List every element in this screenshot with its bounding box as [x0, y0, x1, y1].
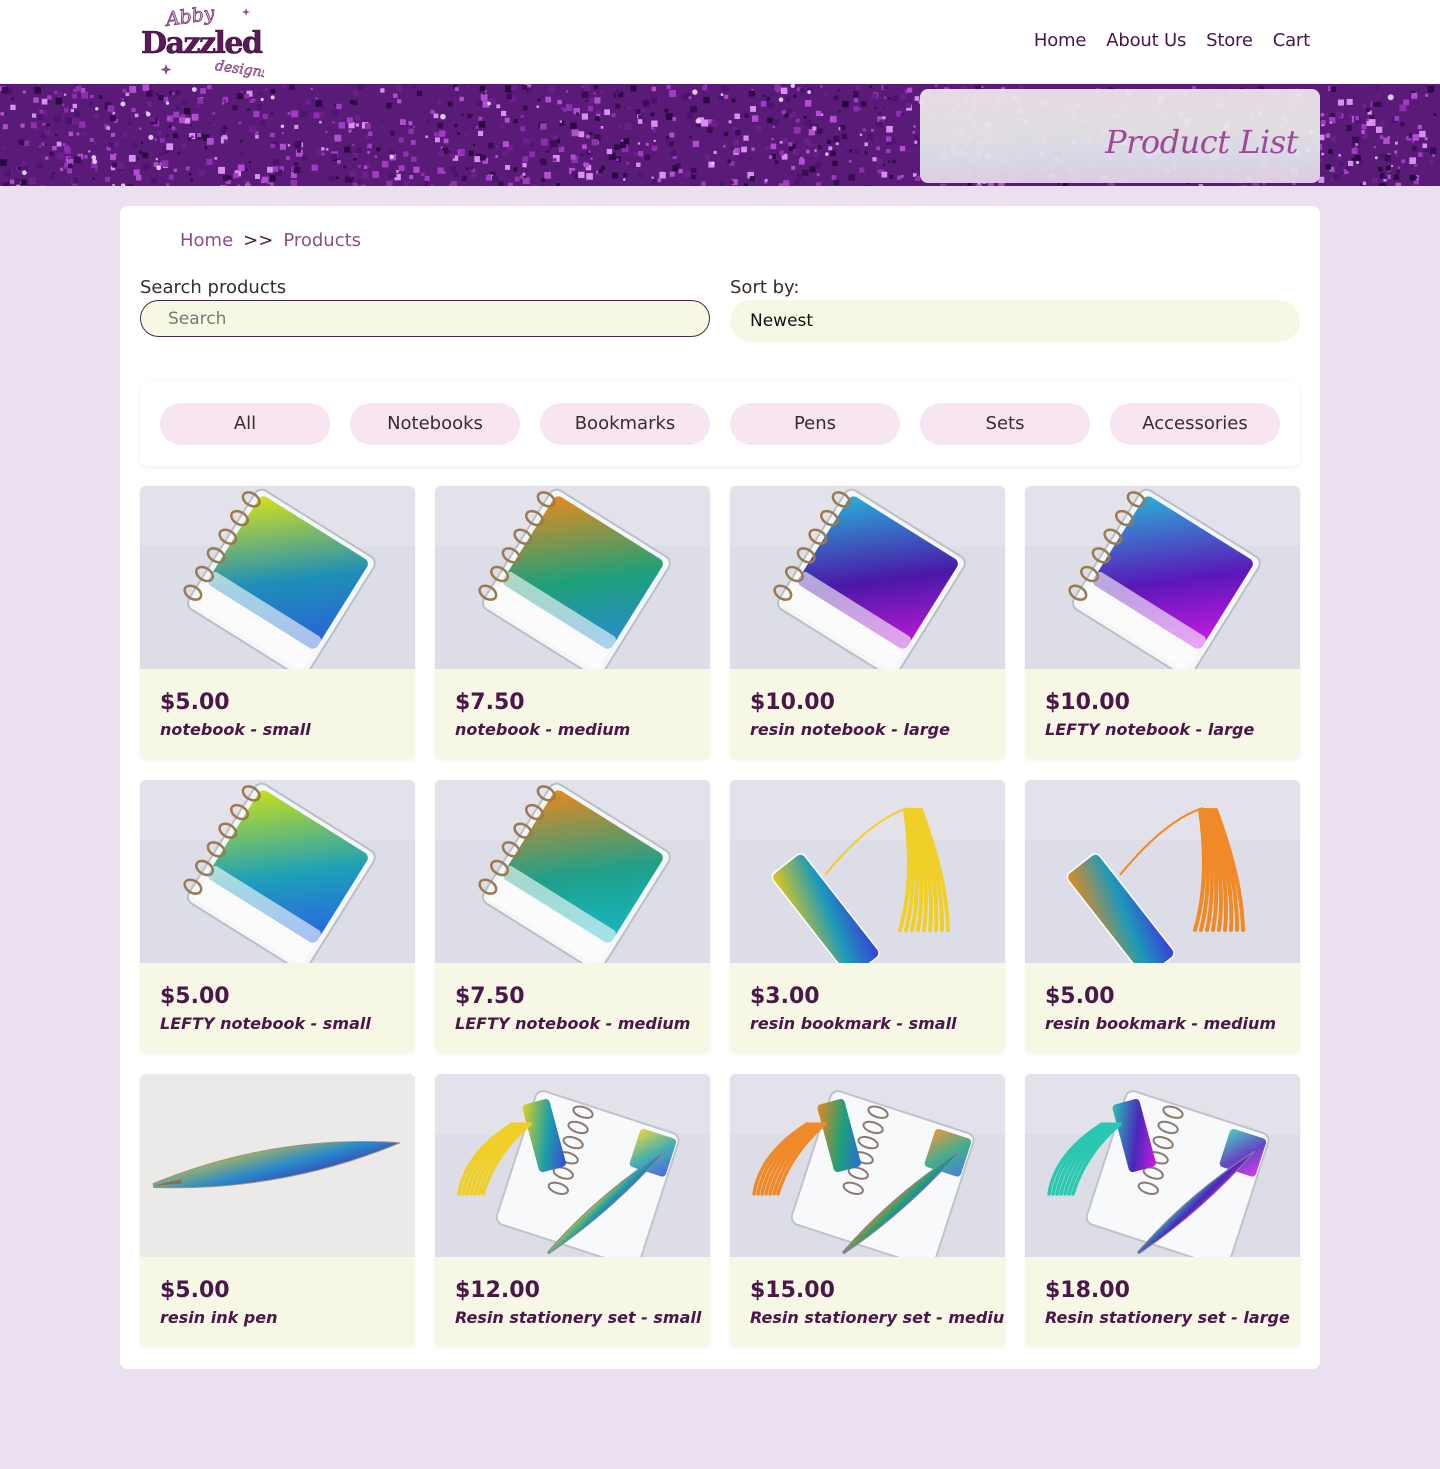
- product-name[interactable]: resin bookmark - small: [750, 1014, 957, 1033]
- nav-home-link[interactable]: Home: [1034, 30, 1087, 51]
- product-card[interactable]: $7.50 notebook - medium: [435, 486, 710, 759]
- sort-label: Sort by:: [730, 277, 800, 298]
- breadcrumb: Home >> Products: [180, 230, 361, 251]
- product-image[interactable]: [730, 780, 1005, 963]
- product-price: $5.00: [160, 984, 230, 1009]
- filter-accessories-button[interactable]: Accessories: [1110, 403, 1280, 445]
- banner-title-box: Product List: [920, 89, 1320, 183]
- product-card[interactable]: $5.00 LEFTY notebook - small: [140, 780, 415, 1053]
- product-name[interactable]: Resin stationery set - medium: [750, 1308, 1005, 1327]
- product-price: $18.00: [1045, 1278, 1130, 1303]
- product-image[interactable]: [435, 1074, 710, 1257]
- product-image[interactable]: [1025, 1074, 1300, 1257]
- product-card[interactable]: $3.00 resin bookmark - small: [730, 780, 1005, 1053]
- product-name[interactable]: LEFTY notebook - small: [160, 1014, 371, 1033]
- breadcrumb-home-link[interactable]: Home: [180, 230, 233, 251]
- product-name[interactable]: resin ink pen: [160, 1308, 278, 1327]
- breadcrumb-separator: >>: [243, 230, 274, 251]
- svg-text:Dazzled: Dazzled: [141, 26, 263, 61]
- product-name[interactable]: LEFTY notebook - large: [1045, 720, 1254, 739]
- product-image[interactable]: [435, 486, 710, 669]
- product-image[interactable]: [730, 1074, 1005, 1257]
- product-price: $3.00: [750, 984, 820, 1009]
- page-title: Product List: [1105, 123, 1298, 161]
- product-name[interactable]: resin bookmark - medium: [1045, 1014, 1276, 1033]
- glitter-banner: Product List: [0, 84, 1440, 186]
- sort-select[interactable]: Newest: [730, 300, 1300, 342]
- product-name[interactable]: Resin stationery set - large: [1045, 1308, 1290, 1327]
- nav-cart-link[interactable]: Cart: [1273, 30, 1310, 51]
- breadcrumb-current: Products: [283, 230, 362, 251]
- product-card[interactable]: $10.00 LEFTY notebook - large: [1025, 486, 1300, 759]
- product-card[interactable]: $12.00 Resin stationery set - small: [435, 1074, 710, 1347]
- product-card[interactable]: $5.00 resin ink pen: [140, 1074, 415, 1347]
- logo-mark-icon: Abby Dazzled designs: [141, 4, 264, 78]
- product-image[interactable]: [140, 780, 415, 963]
- product-price: $5.00: [160, 690, 230, 715]
- search-input[interactable]: [140, 300, 710, 337]
- product-image[interactable]: [140, 486, 415, 669]
- product-price: $7.50: [455, 690, 525, 715]
- product-image[interactable]: [1025, 486, 1300, 669]
- product-name[interactable]: notebook - medium: [455, 720, 630, 739]
- nav-about-link[interactable]: About Us: [1106, 30, 1186, 51]
- filter-sets-button[interactable]: Sets: [920, 403, 1090, 445]
- product-name[interactable]: LEFTY notebook - medium: [455, 1014, 690, 1033]
- product-card[interactable]: $10.00 resin notebook - large: [730, 486, 1005, 759]
- product-image[interactable]: [435, 780, 710, 963]
- product-price: $7.50: [455, 984, 525, 1009]
- product-price: $5.00: [1045, 984, 1115, 1009]
- product-name[interactable]: resin notebook - large: [750, 720, 950, 739]
- product-card[interactable]: $5.00 resin bookmark - medium: [1025, 780, 1300, 1053]
- category-filter-bar: All Notebooks Bookmarks Pens Sets Access…: [140, 382, 1300, 466]
- product-name[interactable]: notebook - small: [160, 720, 311, 739]
- filter-bookmarks-button[interactable]: Bookmarks: [540, 403, 710, 445]
- filter-all-button[interactable]: All: [160, 403, 330, 445]
- nav-store-link[interactable]: Store: [1206, 30, 1253, 51]
- product-price: $12.00: [455, 1278, 540, 1303]
- product-price: $15.00: [750, 1278, 835, 1303]
- filter-notebooks-button[interactable]: Notebooks: [350, 403, 520, 445]
- product-card[interactable]: $5.00 notebook - small: [140, 486, 415, 759]
- product-name[interactable]: Resin stationery set - small: [455, 1308, 701, 1327]
- product-image[interactable]: [1025, 780, 1300, 963]
- site-header: Abby Dazzled designs Home About Us Store…: [0, 0, 1440, 84]
- product-list-panel: Home >> Products Search products Sort by…: [120, 206, 1320, 1369]
- product-card[interactable]: $7.50 LEFTY notebook - medium: [435, 780, 710, 1053]
- product-price: $10.00: [750, 690, 835, 715]
- product-price: $10.00: [1045, 690, 1130, 715]
- brand-logo[interactable]: Abby Dazzled designs: [140, 4, 264, 78]
- product-card[interactable]: $18.00 Resin stationery set - large: [1025, 1074, 1300, 1347]
- main-nav: Home About Us Store Cart: [1034, 30, 1310, 51]
- product-image[interactable]: [140, 1074, 415, 1257]
- product-card[interactable]: $15.00 Resin stationery set - medium: [730, 1074, 1005, 1347]
- filter-pens-button[interactable]: Pens: [730, 403, 900, 445]
- product-price: $5.00: [160, 1278, 230, 1303]
- search-label: Search products: [140, 277, 287, 298]
- product-image[interactable]: [730, 486, 1005, 669]
